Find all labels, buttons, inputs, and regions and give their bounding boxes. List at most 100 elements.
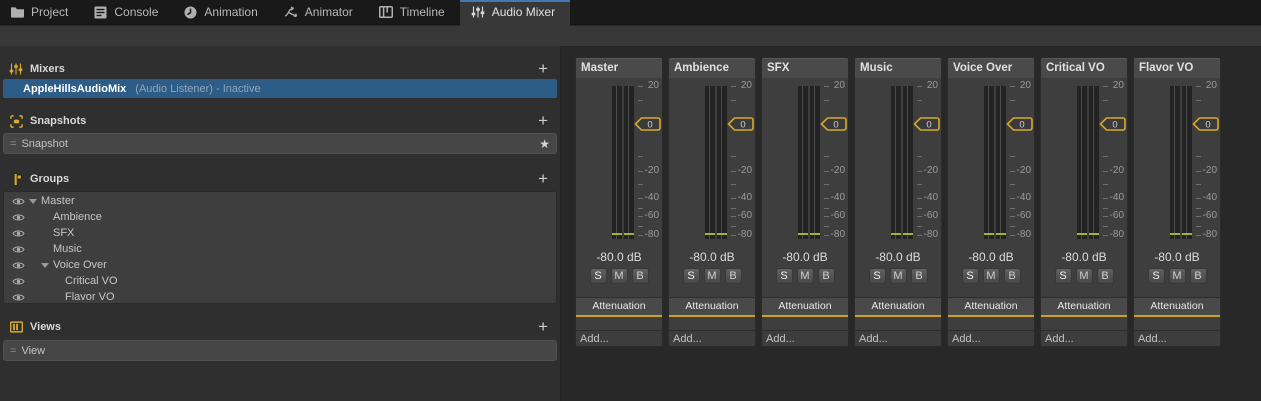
attenuation-effect-slot[interactable]: Attenuation — [948, 297, 1034, 317]
attenuation-effect-slot[interactable]: Attenuation — [576, 297, 662, 317]
mute-button[interactable]: M — [1169, 268, 1186, 284]
channel-strip-title[interactable]: SFX — [762, 58, 848, 78]
solo-button[interactable]: S — [869, 268, 886, 284]
volume-fader-handle[interactable]: 0 — [1006, 117, 1033, 131]
add-snapshot-button[interactable]: + — [536, 114, 550, 128]
scale-tick — [1103, 226, 1108, 227]
channel-strip-title[interactable]: Flavor VO — [1134, 58, 1220, 78]
tab-project[interactable]: Project — [0, 0, 83, 24]
vu-meter-right — [903, 86, 913, 239]
expander-arrow-icon[interactable] — [27, 199, 39, 204]
group-row-music[interactable]: Music — [4, 241, 556, 257]
group-row-flavor-vo[interactable]: Flavor VO — [4, 289, 556, 304]
add-effect-button[interactable]: Add... — [576, 330, 662, 346]
add-effect-button[interactable]: Add... — [948, 330, 1034, 346]
mute-button[interactable]: M — [611, 268, 628, 284]
bypass-button[interactable]: B — [632, 268, 649, 284]
eye-icon[interactable] — [12, 261, 27, 270]
attenuation-effect-slot[interactable]: Attenuation — [855, 297, 941, 317]
eye-icon[interactable] — [12, 277, 27, 286]
mute-button[interactable]: M — [704, 268, 721, 284]
channel-strip-title[interactable]: Ambience — [669, 58, 755, 78]
wet-mix-line — [576, 315, 662, 317]
attenuation-effect-slot[interactable]: Attenuation — [762, 297, 848, 317]
solo-button[interactable]: S — [1055, 268, 1072, 284]
scale-label: 20 — [1113, 81, 1124, 91]
meter-level-indicator — [996, 233, 1006, 235]
meter-level-indicator — [810, 233, 820, 235]
scale-tick — [824, 226, 829, 227]
effect-name: Attenuation — [871, 300, 924, 312]
bypass-button[interactable]: B — [1190, 268, 1207, 284]
star-icon[interactable]: ★ — [539, 137, 550, 151]
meter-level-indicator — [1182, 233, 1192, 235]
solo-button[interactable]: S — [1148, 268, 1165, 284]
expander-arrow-icon[interactable] — [39, 263, 51, 268]
tab-animation[interactable]: Animation — [173, 0, 272, 24]
attenuation-effect-slot[interactable]: Attenuation — [1134, 297, 1220, 317]
eye-icon[interactable] — [12, 229, 27, 238]
attenuation-effect-slot[interactable]: Attenuation — [669, 297, 755, 317]
add-view-button[interactable]: + — [536, 320, 550, 334]
channel-strip-title[interactable]: Master — [576, 58, 662, 78]
group-row-critical-vo[interactable]: Critical VO — [4, 273, 556, 289]
eye-icon[interactable] — [12, 213, 27, 222]
wet-mix-line — [855, 315, 941, 317]
meter-level-indicator — [891, 233, 901, 235]
scale-tick — [638, 156, 643, 157]
smb-button-row: S M B — [1134, 268, 1220, 284]
mute-button[interactable]: M — [983, 268, 1000, 284]
bypass-button[interactable]: B — [1097, 268, 1114, 284]
group-row-sfx[interactable]: SFX — [4, 225, 556, 241]
channel-strip-title[interactable]: Critical VO — [1041, 58, 1127, 78]
effect-name: Attenuation — [1150, 300, 1203, 312]
mute-button[interactable]: M — [1076, 268, 1093, 284]
eye-icon[interactable] — [12, 245, 27, 254]
bypass-button[interactable]: B — [911, 268, 928, 284]
add-effect-button[interactable]: Add... — [1134, 330, 1220, 346]
channel-strip-title[interactable]: Voice Over — [948, 58, 1034, 78]
attenuation-effect-slot[interactable]: Attenuation — [1041, 297, 1127, 317]
volume-fader-handle[interactable]: 0 — [1192, 117, 1219, 131]
add-mixer-button[interactable]: + — [536, 62, 550, 76]
add-effect-button[interactable]: Add... — [1041, 330, 1127, 346]
volume-fader-handle[interactable]: 0 — [634, 117, 661, 131]
tab-animator[interactable]: Animator — [273, 0, 368, 24]
scale-tick — [731, 86, 736, 87]
bypass-button[interactable]: B — [818, 268, 835, 284]
tab-timeline[interactable]: Timeline — [368, 0, 460, 24]
view-list-item[interactable]: = View — [3, 340, 557, 361]
eye-icon[interactable] — [12, 293, 27, 302]
scale-tick — [824, 216, 829, 217]
mute-button[interactable]: M — [797, 268, 814, 284]
effect-name: Attenuation — [685, 300, 738, 312]
add-effect-button[interactable]: Add... — [762, 330, 848, 346]
tab-console[interactable]: Console — [83, 0, 173, 24]
bypass-button[interactable]: B — [725, 268, 742, 284]
channel-strip-title[interactable]: Music — [855, 58, 941, 78]
solo-button[interactable]: S — [590, 268, 607, 284]
volume-fader-handle[interactable]: 0 — [727, 117, 754, 131]
add-group-button[interactable]: + — [536, 172, 550, 186]
eye-icon[interactable] — [12, 197, 27, 206]
snapshot-list-item[interactable]: = Snapshot ★ — [3, 133, 557, 154]
solo-button[interactable]: S — [683, 268, 700, 284]
scale-tick — [1196, 198, 1201, 199]
add-effect-button[interactable]: Add... — [855, 330, 941, 346]
bypass-button[interactable]: B — [1004, 268, 1021, 284]
add-effect-button[interactable]: Add... — [669, 330, 755, 346]
scale-tick — [917, 86, 922, 87]
scale-tick — [638, 235, 643, 236]
volume-fader-handle[interactable]: 0 — [1099, 117, 1126, 131]
tab-audio-mixer[interactable]: Audio Mixer — [460, 0, 570, 24]
effect-name: Attenuation — [1057, 300, 1110, 312]
mixer-list-item-selected[interactable]: AppleHillsAudioMix (Audio Listener) - In… — [3, 79, 557, 98]
solo-button[interactable]: S — [776, 268, 793, 284]
solo-button[interactable]: S — [962, 268, 979, 284]
volume-fader-handle[interactable]: 0 — [913, 117, 940, 131]
volume-fader-handle[interactable]: 0 — [820, 117, 847, 131]
group-row-ambience[interactable]: Ambience — [4, 209, 556, 225]
group-row-master[interactable]: Master — [4, 193, 556, 209]
mute-button[interactable]: M — [890, 268, 907, 284]
group-row-voice-over[interactable]: Voice Over — [4, 257, 556, 273]
